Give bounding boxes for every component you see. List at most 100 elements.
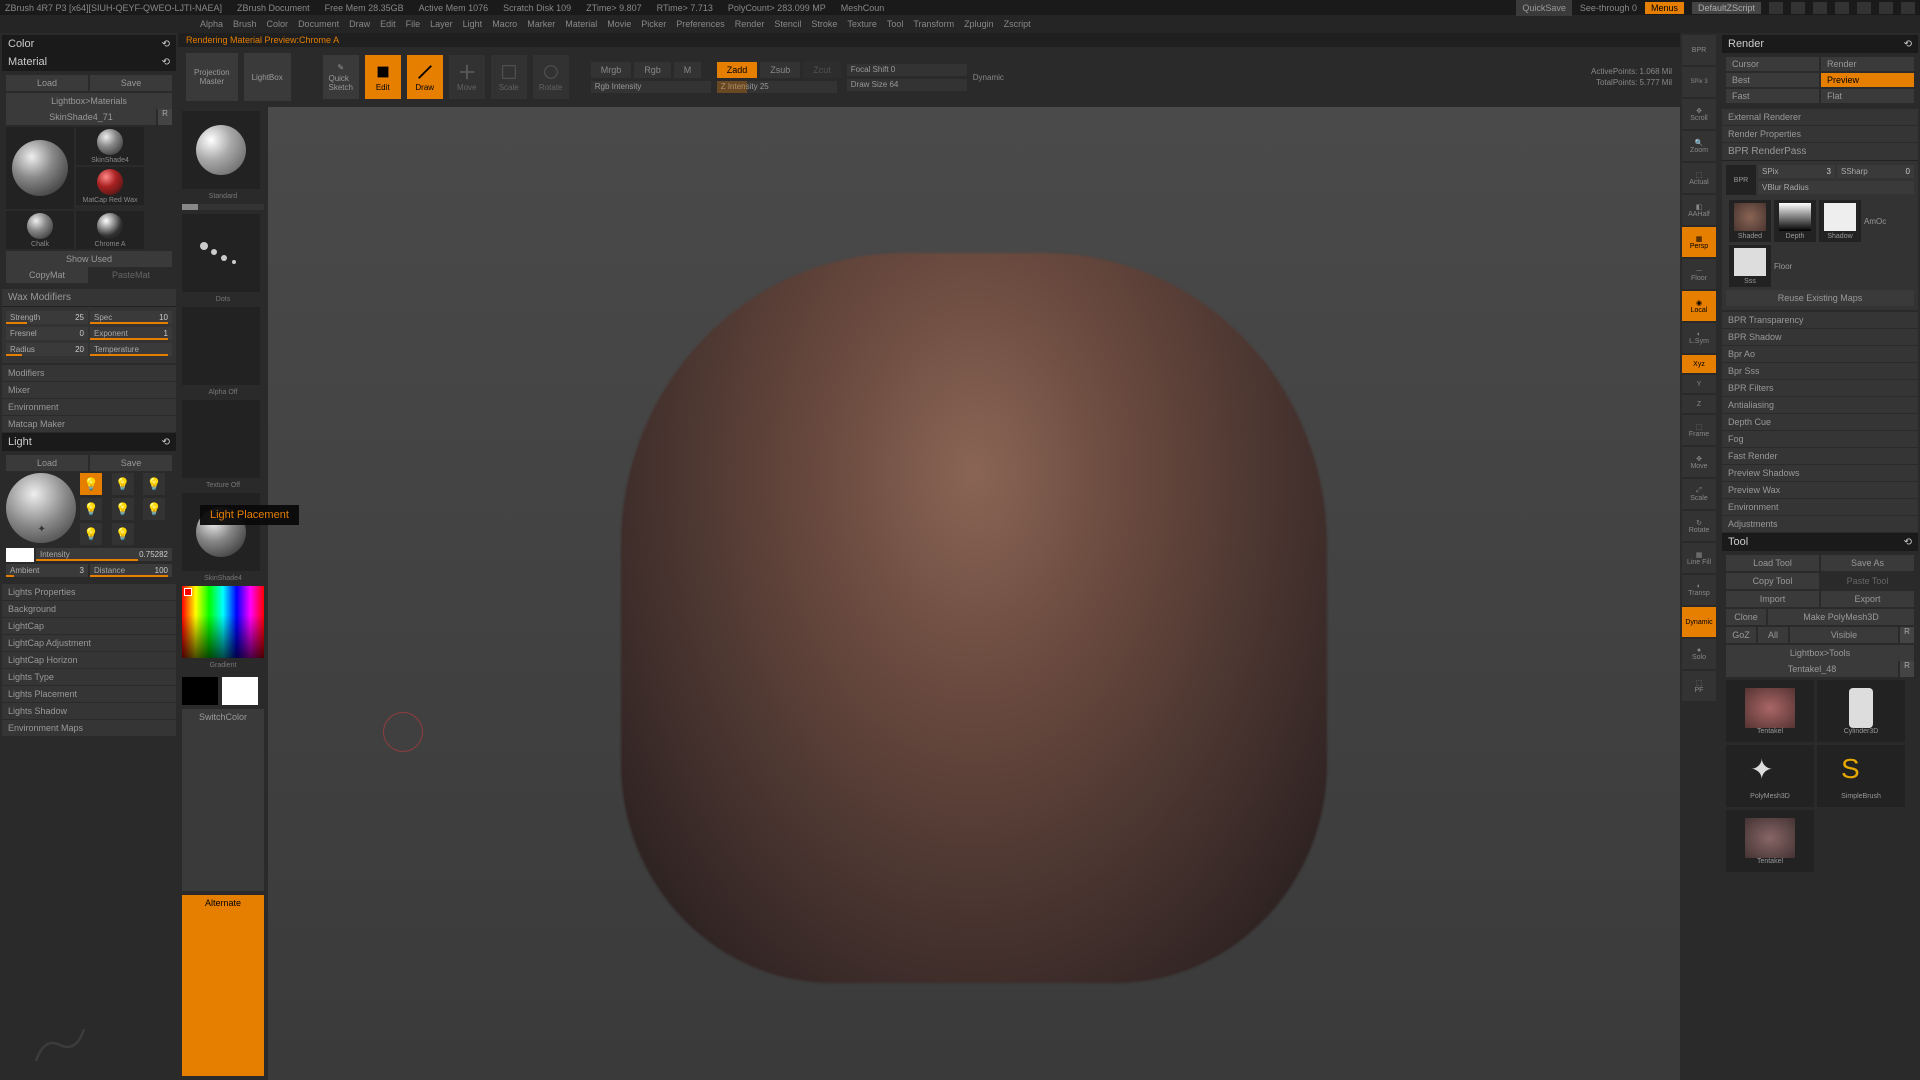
quicksave-button[interactable]: QuickSave [1516, 0, 1572, 16]
vblur-label[interactable]: VBlur Radius [1762, 183, 1910, 192]
menu-material[interactable]: Material [565, 19, 597, 29]
menu-color[interactable]: Color [267, 19, 289, 29]
intensity-value[interactable]: 0.75282 [139, 550, 168, 559]
zcut-button[interactable]: Zcut [803, 62, 841, 78]
menu-brush[interactable]: Brush [233, 19, 257, 29]
bpr-amoc-label[interactable]: AmOc [1864, 217, 1886, 226]
maximize-button[interactable] [1879, 2, 1893, 14]
menu-document[interactable]: Document [298, 19, 339, 29]
bpr-icon[interactable]: BPR [1726, 165, 1756, 195]
menu-transform[interactable]: Transform [913, 19, 954, 29]
lightcap-adjustment-header[interactable]: LightCap Adjustment [2, 635, 176, 651]
window-icon[interactable] [1791, 2, 1805, 14]
tool-name[interactable]: Tentakel_48 [1726, 661, 1898, 677]
load-button[interactable]: Load [6, 75, 88, 91]
pf-button[interactable]: ⬚PF [1682, 671, 1716, 701]
linefill-button[interactable]: ▦Line Fill [1682, 543, 1716, 573]
menu-stencil[interactable]: Stencil [774, 19, 801, 29]
material-name[interactable]: SkinShade4_71 [6, 109, 156, 125]
wax-modifiers-header[interactable]: Wax Modifiers [2, 289, 176, 307]
window-icon[interactable] [1813, 2, 1827, 14]
focal-shift-slider[interactable]: Focal Shift 0 [847, 64, 967, 76]
lights-type-header[interactable]: Lights Type [2, 669, 176, 685]
move-button[interactable]: ✥Move [1682, 447, 1716, 477]
goz-visible-button[interactable]: Visible [1790, 627, 1898, 643]
render-item-1[interactable]: BPR Shadow [1722, 329, 1918, 345]
lightcap-header[interactable]: LightCap [2, 618, 176, 634]
rgb-button[interactable]: Rgb [634, 62, 671, 78]
tool-tentakel2[interactable]: Tentakel [1726, 810, 1814, 872]
bpr-floor-label[interactable]: Floor [1774, 262, 1792, 271]
seethrough-slider[interactable]: See-through 0 [1580, 3, 1637, 13]
load-tool-button[interactable]: Load Tool [1726, 555, 1819, 571]
window-icon[interactable] [1769, 2, 1783, 14]
mrgb-button[interactable]: Mrgb [591, 62, 632, 78]
exponent-value[interactable]: 1 [164, 329, 168, 338]
scroll-button[interactable]: ✥Scroll [1682, 99, 1716, 129]
light-panel-header[interactable]: Light ⟲ [2, 433, 176, 451]
render-item-12[interactable]: Adjustments [1722, 516, 1918, 532]
zsub-button[interactable]: Zsub [760, 62, 800, 78]
show-used-button[interactable]: Show Used [6, 251, 172, 267]
dynamic-toggle[interactable]: Dynamic [973, 73, 1004, 82]
light-3[interactable]: 💡 [143, 473, 165, 495]
menu-alpha[interactable]: Alpha [200, 19, 223, 29]
menu-render[interactable]: Render [735, 19, 765, 29]
bpr-depth[interactable]: Depth [1774, 200, 1816, 242]
dynamic-button[interactable]: Dynamic [1682, 607, 1716, 637]
bpr-renderpass-header[interactable]: BPR RenderPass [1722, 143, 1918, 161]
axis-y[interactable]: Y [1682, 375, 1716, 393]
bpr-button[interactable]: BPR [1682, 35, 1716, 65]
background-header[interactable]: Background [2, 601, 176, 617]
close-icon[interactable]: ⟲ [1904, 39, 1912, 50]
close-icon[interactable]: ⟲ [162, 39, 170, 50]
tool-polymesh[interactable]: ✦PolyMesh3D [1726, 745, 1814, 807]
menu-stroke[interactable]: Stroke [811, 19, 837, 29]
material-chalk[interactable]: Chalk [6, 211, 74, 249]
preview-button[interactable]: Preview [1821, 73, 1914, 87]
matcap-maker-header[interactable]: Matcap Maker [2, 416, 176, 432]
solo-button[interactable]: ●Solo [1682, 639, 1716, 669]
clone-button[interactable]: Clone [1726, 609, 1766, 625]
draw-size-slider[interactable]: Draw Size 64 [847, 79, 967, 91]
light-1[interactable]: 💡 [80, 473, 102, 495]
pastemat-button[interactable]: PasteMat [90, 267, 172, 283]
menu-marker[interactable]: Marker [527, 19, 555, 29]
light-4[interactable]: 💡 [80, 498, 102, 520]
frame-button[interactable]: ⬚Frame [1682, 415, 1716, 445]
render-properties-header[interactable]: Render Properties [1722, 126, 1918, 142]
menu-file[interactable]: File [406, 19, 421, 29]
paste-tool-button[interactable]: Paste Tool [1821, 573, 1914, 589]
bpr-shadow[interactable]: Shadow [1819, 200, 1861, 242]
texture-preview[interactable] [182, 400, 260, 478]
menu-draw[interactable]: Draw [349, 19, 370, 29]
save-button[interactable]: Save [90, 75, 172, 91]
make-polymesh-button[interactable]: Make PolyMesh3D [1768, 609, 1914, 625]
light-7[interactable]: 💡 [80, 523, 102, 545]
aahalf-button[interactable]: ◧AAHalf [1682, 195, 1716, 225]
copy-tool-button[interactable]: Copy Tool [1726, 573, 1819, 589]
light-6[interactable]: 💡 [143, 498, 165, 520]
fast-button[interactable]: Fast [1726, 89, 1819, 103]
zoom-button[interactable]: 🔍Zoom [1682, 131, 1716, 161]
spec-value[interactable]: 10 [159, 313, 168, 322]
zadd-button[interactable]: Zadd [717, 62, 758, 78]
copymat-button[interactable]: CopyMat [6, 267, 88, 283]
menu-light[interactable]: Light [463, 19, 483, 29]
secondary-color[interactable] [182, 677, 218, 705]
material-chrome[interactable]: Chrome A [76, 211, 144, 249]
lightbox-materials-button[interactable]: Lightbox>Materials [6, 93, 172, 109]
tool-panel-header[interactable]: Tool ⟲ [1722, 533, 1918, 551]
close-icon[interactable]: ⟲ [162, 437, 170, 448]
reuse-maps-button[interactable]: Reuse Existing Maps [1726, 290, 1914, 306]
radius-value[interactable]: 20 [75, 345, 84, 354]
color-picker[interactable] [182, 586, 264, 658]
goz-button[interactable]: GoZ [1726, 627, 1756, 643]
best-button[interactable]: Best [1726, 73, 1819, 87]
goz-all-button[interactable]: All [1758, 627, 1788, 643]
bpr-shaded[interactable]: Shaded [1729, 200, 1771, 242]
local-button[interactable]: ◉Local [1682, 291, 1716, 321]
actual-button[interactable]: ⬚Actual [1682, 163, 1716, 193]
render-item-6[interactable]: Depth Cue [1722, 414, 1918, 430]
r-marker[interactable]: R [158, 109, 172, 125]
